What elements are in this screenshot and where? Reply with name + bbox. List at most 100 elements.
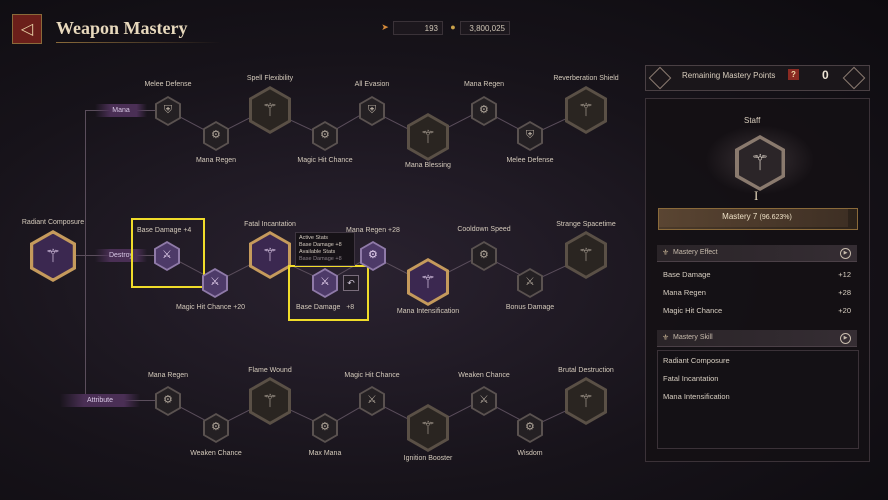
- label-brutal-destruction: Brutal Destruction: [558, 367, 614, 374]
- label-melee-defense-2: Melee Defense: [506, 157, 554, 164]
- label-mana-regen-top: Mana Regen: [463, 81, 505, 88]
- shield-icon: ⛨: [163, 104, 173, 117]
- label-max-mana: Max Mana: [308, 450, 342, 457]
- label-magic-hit-chance-destroy-group: Magic Hit Chance +20: [176, 304, 245, 311]
- effect-value: +28: [838, 288, 851, 297]
- fleur-icon: ⚜: [662, 333, 670, 342]
- gear-icon: ⚙: [525, 421, 535, 434]
- staff-icon: ⚚: [419, 126, 437, 147]
- mastery-level: Mastery 7: [722, 212, 758, 221]
- weapon-name: Staff: [744, 116, 761, 125]
- gear-icon: ⚙: [211, 421, 221, 434]
- stats-tooltip: Active Stats Base Damage +8 Available St…: [295, 232, 355, 266]
- staff-icon: ⚚: [261, 99, 279, 120]
- tooltip-active-name: Base Damage: [299, 242, 334, 248]
- mastery-skill-header: ⚜ Mastery Skill ▶: [657, 330, 857, 347]
- staff-icon: ⚚: [577, 390, 595, 411]
- label-melee-defense-1: Melee Defense: [144, 81, 192, 88]
- gear-icon: ⚙: [320, 421, 330, 434]
- play-icon[interactable]: ▶: [840, 333, 851, 344]
- staff-icon: ⚚: [419, 271, 437, 292]
- effect-name: Mana Regen: [663, 288, 706, 297]
- tooltip-available-stats: Available Stats: [299, 249, 336, 255]
- staff-icon: ⚚: [750, 150, 770, 175]
- label-magic-hit-chance-destroy-value: +20: [233, 304, 246, 311]
- label-bonus-damage: Bonus Damage: [505, 304, 555, 311]
- page-title: Weapon Mastery: [56, 18, 188, 38]
- label-magic-hit-chance-attr: Magic Hit Chance: [344, 372, 400, 379]
- tooltip-available-row: Base Damage +8: [299, 256, 351, 263]
- branch-attribute: Attribute: [60, 394, 140, 407]
- skill-item[interactable]: Fatal Incantation: [663, 374, 718, 383]
- crossed-swords-icon: ⚔: [367, 394, 377, 407]
- mastery-effect-header: ⚜ Mastery Effect ▶: [657, 245, 857, 262]
- tooltip-available-value: +8: [335, 256, 342, 262]
- title-underline: [56, 42, 221, 43]
- skill-item[interactable]: Mana Intensification: [663, 392, 730, 401]
- gear-icon: ⚙: [211, 129, 221, 142]
- skill-item[interactable]: Radiant Composure: [663, 356, 730, 365]
- label-mana-regen-destroy-value: +28: [388, 227, 400, 234]
- highlight-box-base-damage: [131, 218, 205, 288]
- staff-icon: ⚚: [577, 244, 595, 265]
- tooltip-available-name: Base Damage: [299, 256, 334, 262]
- label-reverberation-shield: Reverberation Shield: [553, 75, 619, 82]
- label-mana-intensification: Mana Intensification: [396, 308, 460, 315]
- arrow-token-icon: ➤: [381, 22, 389, 32]
- gold-coin-icon: ●: [450, 22, 456, 32]
- staff-icon: ⚚: [261, 390, 279, 411]
- staff-icon: ⚚: [577, 99, 595, 120]
- crossed-swords-icon: ⚔: [479, 394, 489, 407]
- label-magic-hit-chance-mana: Magic Hit Chance: [297, 157, 353, 164]
- crossed-swords-icon: ⚔: [210, 276, 220, 289]
- label-weaken-chance-low: Weaken Chance: [190, 450, 242, 457]
- mastery-percent: (96.623%): [759, 214, 792, 221]
- staff-icon: ⚚: [261, 244, 279, 265]
- shield-icon: ⛨: [525, 129, 535, 142]
- staff-icon: ⚚: [419, 417, 437, 438]
- play-icon[interactable]: ▶: [840, 248, 851, 259]
- label-spell-flexibility: Spell Flexibility: [246, 75, 294, 82]
- tooltip-active-stats: Active Stats: [299, 235, 329, 241]
- gear-icon: ⚙: [368, 249, 378, 262]
- label-mana-regen-attr: Mana Regen: [147, 372, 189, 379]
- label-strange-spacetime: Strange Spacetime: [556, 221, 616, 228]
- effect-value: +12: [838, 270, 851, 279]
- fleur-icon: ⚜: [662, 248, 670, 257]
- back-arrow-icon: ◁: [20, 21, 34, 38]
- gear-icon: ⚙: [320, 129, 330, 142]
- currency-a-value: 193: [393, 21, 443, 35]
- effect-name: Base Damage: [663, 270, 711, 279]
- effect-value: +20: [838, 306, 851, 315]
- gear-icon: ⚙: [479, 104, 489, 117]
- help-button[interactable]: ?: [788, 69, 799, 80]
- label-magic-hit-chance-destroy: Magic Hit Chance: [176, 304, 232, 311]
- tooltip-active-row: Base Damage +8: [299, 242, 351, 249]
- mastery-points-label: Remaining Mastery Points: [682, 71, 776, 80]
- highlight-box-base-damage-2: [288, 265, 369, 321]
- effect-name: Magic Hit Chance: [663, 306, 723, 315]
- label-all-evasion: All Evasion: [354, 81, 390, 88]
- branch-mana: Mana: [95, 104, 147, 117]
- currency-b-value: 3,800,025: [460, 21, 510, 35]
- label-weaken-chance-top: Weaken Chance: [458, 372, 510, 379]
- label-flame-wound: Flame Wound: [248, 367, 292, 374]
- tooltip-active-value: +8: [335, 242, 342, 248]
- label-wisdom: Wisdom: [517, 450, 543, 457]
- mastery-level-text: Mastery 7 (96.623%): [658, 212, 856, 221]
- root-label: Radiant Composure: [21, 219, 85, 226]
- staff-icon: ⚚: [44, 246, 62, 266]
- weapon-rank: I: [754, 188, 759, 203]
- label-fatal-incantation: Fatal Incantation: [244, 221, 296, 228]
- crossed-swords-icon: ⚔: [525, 276, 535, 289]
- mastery-effect-title: Mastery Effect: [673, 249, 718, 256]
- mastery-skill-title: Mastery Skill: [673, 334, 713, 341]
- gear-icon: ⚙: [163, 394, 173, 407]
- label-ignition-booster: Ignition Booster: [403, 455, 453, 462]
- label-cooldown-speed: Cooldown Speed: [457, 226, 511, 233]
- back-button[interactable]: ◁: [12, 14, 42, 44]
- mastery-points-value: 0: [822, 68, 829, 82]
- shield-icon: ⛨: [367, 104, 377, 117]
- gear-icon: ⚙: [479, 249, 489, 262]
- label-mana-blessing: Mana Blessing: [405, 162, 451, 169]
